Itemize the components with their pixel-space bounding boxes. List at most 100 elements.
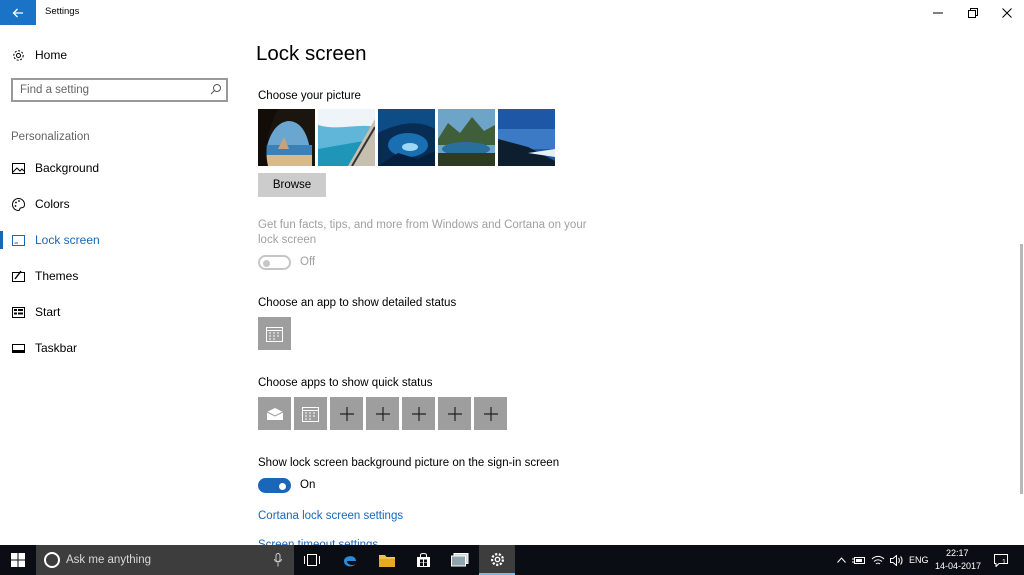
arrow-left-icon [12,8,23,17]
edge-taskbar-button[interactable] [332,545,368,575]
detailed-status-app-button[interactable] [258,317,291,350]
search-icon[interactable] [210,83,222,97]
main-content: Lock screen Choose your picture Browse G… [256,25,998,551]
quick-status-add-button[interactable] [330,397,363,430]
sidebar-item-label: Background [35,161,100,175]
picture-thumb-beach-aerial[interactable] [318,109,375,166]
browse-button[interactable]: Browse [258,173,326,197]
volume-button[interactable] [888,545,904,575]
quick-status-calendar-button[interactable] [294,397,327,430]
quick-status-heading: Choose apps to show quick status [258,377,433,389]
calendar-icon [302,406,319,422]
restore-icon [968,7,978,18]
detailed-status-heading: Choose an app to show detailed status [258,297,457,309]
page-title: Lock screen [256,42,367,65]
choose-picture-heading: Choose your picture [258,90,361,102]
fun-facts-text: Get fun facts, tips, and more from Windo… [258,219,587,246]
settings-taskbar-button[interactable] [479,545,515,575]
file-explorer-icon [379,554,395,567]
clock-date[interactable]: 14-04-2017 [934,561,982,571]
picture-thumbnails [258,109,555,166]
battery-status-button[interactable] [851,545,867,575]
sidebar-item-label: Colors [35,197,70,211]
close-icon [1002,7,1012,18]
sidebar-item-background[interactable]: Background [0,155,240,181]
plus-icon [447,406,462,421]
sidebar-item-start[interactable]: Start [0,299,240,325]
cortana-lock-screen-settings-link[interactable]: Cortana lock screen settings [258,510,403,522]
plus-icon [483,406,498,421]
sidebar-item-label: Lock screen [35,233,100,247]
nav-home-label: Home [35,48,68,62]
signin-background-toggle-state: On [300,479,316,491]
restore-button[interactable] [955,0,991,25]
picture-thumb-ice-cave[interactable] [378,109,435,166]
sidebar-item-taskbar[interactable]: Taskbar [0,335,240,361]
start-menu-icon [11,305,25,319]
wifi-icon [871,555,885,564]
calendar-icon [266,326,283,342]
fun-facts-toggle[interactable] [258,255,291,270]
show-hidden-icons-button[interactable] [834,545,848,575]
plus-icon [375,406,390,421]
search-box[interactable] [11,78,228,102]
cortana-search-placeholder: Ask me anything [66,554,152,566]
picture-icon [11,161,25,175]
sidebar-item-themes[interactable]: Themes [0,263,240,289]
quick-status-add-button[interactable] [366,397,399,430]
store-taskbar-button[interactable] [405,545,441,575]
sidebar-item-label: Themes [35,269,79,283]
start-button[interactable] [0,545,36,575]
microphone-icon[interactable] [274,553,282,567]
picture-thumb-mountain-sky[interactable] [498,109,555,166]
clock-time[interactable]: 22:17 [946,548,969,558]
edge-icon [344,556,356,567]
picture-thumb-mountain-lake[interactable] [438,109,495,166]
gear-icon [11,48,25,62]
speaker-icon [889,554,902,566]
sidebar-item-label: Start [35,305,61,319]
themes-icon [11,269,25,283]
battery-charging-icon [852,556,865,564]
quick-status-mail-button[interactable] [258,397,291,430]
palette-icon [11,197,25,211]
cortana-search-box[interactable]: Ask me anything [36,545,294,575]
photos-icon [451,553,469,567]
mail-icon [266,407,283,420]
quick-status-add-button[interactable] [438,397,471,430]
minimize-button[interactable] [920,0,956,25]
plus-icon [411,406,426,421]
toggle-knob [263,259,270,267]
back-button[interactable] [0,0,36,25]
window-title: Settings [45,6,80,17]
signin-background-toggle[interactable] [258,478,291,493]
close-button[interactable] [989,0,1024,25]
fun-facts-toggle-state: Off [300,256,316,268]
sidebar-item-lock-screen[interactable]: Lock screen [0,227,240,253]
picture-thumb-cave-beach[interactable] [258,109,315,166]
nav-home[interactable]: Home [0,43,240,67]
file-explorer-taskbar-button[interactable] [369,545,405,575]
network-status-button[interactable] [870,545,886,575]
action-center-button[interactable]: 1 [990,545,1012,575]
task-view-icon [304,554,320,566]
quick-status-add-button[interactable] [474,397,507,430]
task-view-button[interactable] [294,545,330,575]
sidebar: Home Personalization Background Colors L… [0,25,240,545]
search-input[interactable] [20,82,200,98]
title-bar: Settings [0,0,1024,25]
photos-taskbar-button[interactable] [442,545,478,575]
quick-status-add-button[interactable] [402,397,435,430]
sidebar-item-colors[interactable]: Colors [0,191,240,217]
taskbar: Ask me anything ENG 22:17 14-04-2017 1 [0,545,1024,575]
section-label-personalization: Personalization [11,131,90,143]
sidebar-item-label: Taskbar [35,341,78,355]
settings-icon [490,552,504,566]
chevron-up-icon [836,557,846,563]
lock-screen-icon [11,233,25,247]
scrollbar[interactable] [1020,244,1023,494]
input-language-indicator[interactable]: ENG [909,555,929,565]
toggle-knob [279,482,286,490]
signin-background-heading: Show lock screen background picture on t… [258,457,560,469]
store-icon [416,552,430,567]
